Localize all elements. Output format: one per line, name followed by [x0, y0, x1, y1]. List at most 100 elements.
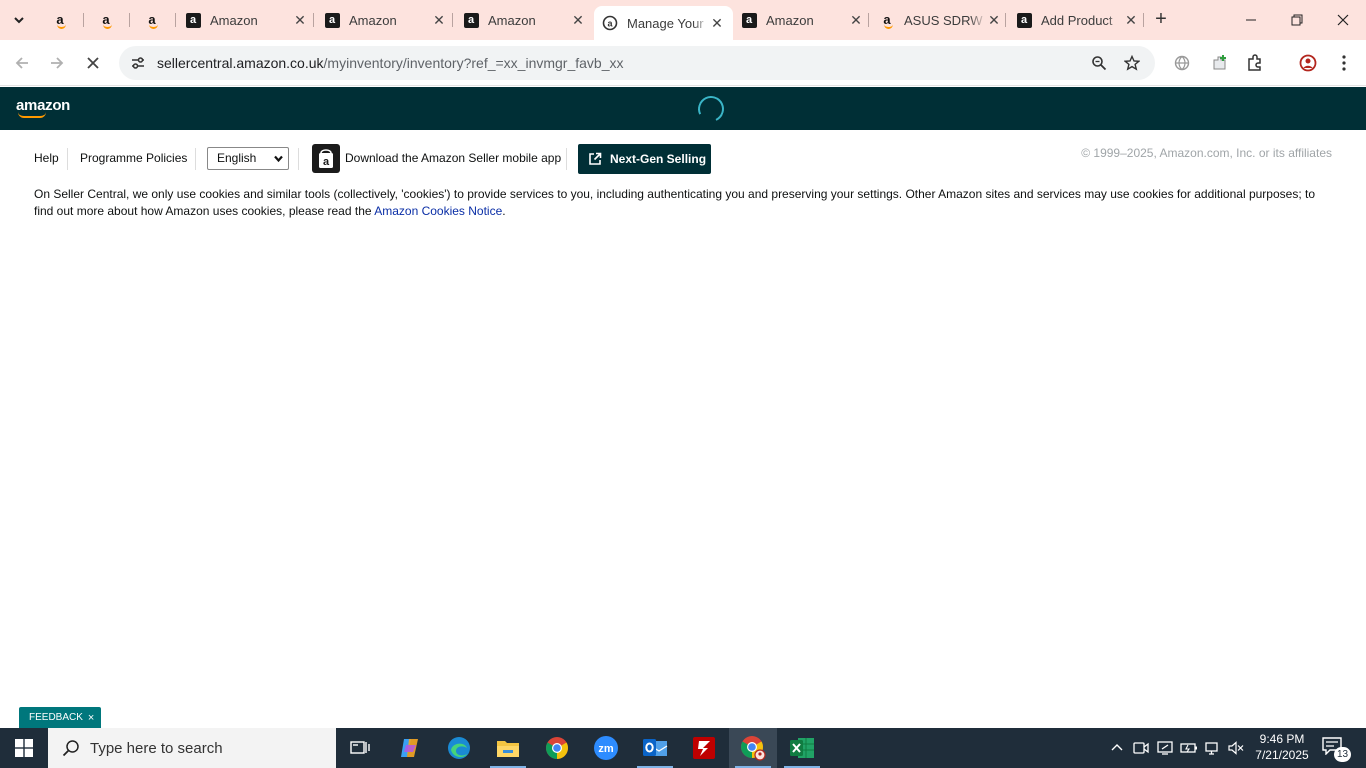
feedback-button[interactable]: FEEDBACK × [19, 707, 101, 728]
notification-count-badge: 13 [1334, 747, 1351, 762]
next-gen-selling-label: Next-Gen Selling [610, 152, 707, 166]
speaker-muted-icon [1228, 741, 1244, 755]
external-link-icon [589, 152, 602, 165]
close-icon[interactable]: × [88, 712, 94, 724]
chrome-icon [546, 737, 568, 759]
task-view-button[interactable] [336, 728, 384, 768]
taskbar-edge[interactable] [435, 728, 483, 768]
divider [67, 148, 68, 170]
pinned-tab-1[interactable]: a [38, 6, 82, 34]
amazon-box-icon: a [185, 12, 201, 28]
cookie-notice-text: On Seller Central, we only use cookies a… [34, 187, 1315, 218]
close-icon[interactable]: ✕ [292, 12, 308, 28]
download-app-link[interactable]: Download the Amazon Seller mobile app [345, 151, 561, 165]
chrome-icon [741, 736, 766, 761]
close-icon[interactable]: ✕ [570, 12, 586, 28]
taskbar-search-box[interactable]: Type here to search [48, 728, 336, 768]
bookmark-button[interactable] [1121, 52, 1143, 74]
outlook-icon [643, 739, 668, 756]
svg-text:a: a [323, 156, 330, 168]
amazon-box-icon: a [463, 12, 479, 28]
taskbar-excel[interactable] [778, 728, 826, 768]
close-icon [1337, 14, 1349, 26]
volume-tray-button[interactable] [1226, 738, 1246, 758]
amazon-a-icon: a [148, 12, 159, 29]
network-tray-button[interactable] [1203, 738, 1223, 758]
divider [566, 148, 567, 170]
programme-policies-link[interactable]: Programme Policies [80, 151, 187, 165]
arrow-left-icon [15, 57, 28, 69]
smile-icon [18, 112, 46, 118]
meet-now-button[interactable] [1131, 738, 1151, 758]
filezilla-icon [693, 737, 715, 759]
start-button[interactable] [0, 728, 48, 768]
amazon-logo[interactable]: amazon [16, 97, 70, 118]
translate-extension-button[interactable] [1168, 49, 1196, 77]
taskbar-chrome[interactable] [533, 728, 581, 768]
forward-button[interactable] [43, 49, 71, 77]
tab-asus-sdrw[interactable]: a ASUS SDRW ✕ [871, 6, 1010, 34]
pinned-tab-2[interactable]: a [84, 6, 128, 34]
tab-separator [452, 13, 453, 27]
taskbar-filezilla[interactable] [680, 728, 728, 768]
browser-menu-button[interactable] [1330, 49, 1358, 77]
arrow-right-icon [51, 57, 64, 69]
taskbar-zoom[interactable]: zm [582, 728, 630, 768]
clock-date: 7/21/2025 [1255, 748, 1309, 762]
notification-center-button[interactable]: 13 [1322, 737, 1351, 762]
zoom-app-icon: zm [594, 736, 618, 760]
amazon-box-icon: a [1016, 12, 1032, 28]
extensions-button[interactable] [1241, 49, 1269, 77]
svg-text:zm: zm [598, 743, 614, 755]
pinned-tab-3[interactable]: a [130, 6, 174, 34]
help-link[interactable]: Help [34, 151, 59, 165]
tab-separator [1143, 13, 1144, 27]
cookie-notice: On Seller Central, we only use cookies a… [34, 186, 1334, 220]
tab-amazon-2[interactable]: a Amazon ✕ [316, 6, 455, 34]
next-gen-selling-button[interactable]: Next-Gen Selling [578, 144, 711, 174]
seller-app-icon[interactable]: a [312, 144, 340, 173]
close-icon[interactable]: ✕ [1123, 12, 1139, 28]
tab-manage-inventory[interactable]: a Manage Your ✕ [594, 6, 733, 40]
language-select[interactable]: English [207, 147, 289, 170]
tab-add-product[interactable]: a Add Product ✕ [1008, 6, 1147, 34]
site-settings-icon[interactable] [127, 52, 149, 74]
back-button[interactable] [8, 49, 36, 77]
tab-amazon-3[interactable]: a Amazon ✕ [455, 6, 594, 34]
taskbar-chrome-profile[interactable] [729, 728, 777, 768]
profile-button[interactable] [1294, 49, 1322, 77]
close-icon[interactable]: ✕ [431, 12, 447, 28]
close-icon[interactable]: ✕ [986, 12, 1002, 28]
close-icon[interactable]: ✕ [709, 15, 725, 31]
battery-icon [1180, 743, 1197, 753]
stop-loading-button[interactable] [79, 49, 107, 77]
amazon-box-icon: a [324, 12, 340, 28]
zoom-button[interactable] [1088, 52, 1110, 74]
tab-title: Add Product [1041, 12, 1113, 28]
amazon-cookies-notice-link[interactable]: Amazon Cookies Notice [374, 204, 502, 218]
tab-search-button[interactable] [6, 8, 32, 32]
taskbar-clock[interactable]: 9:46 PM 7/21/2025 [1249, 731, 1315, 763]
close-window-button[interactable] [1320, 0, 1366, 40]
amazon-box-icon: a [741, 12, 757, 28]
show-hidden-icons-button[interactable] [1107, 738, 1127, 758]
address-bar[interactable]: sellercentral.amazon.co.uk/myinventory/i… [119, 46, 1155, 80]
browser-tab-strip: a a a a Amazon ✕ a Amazon ✕ a Amazon ✕ a… [0, 0, 1366, 40]
battery-tray-button[interactable] [1179, 738, 1199, 758]
taskbar-file-explorer[interactable] [484, 728, 532, 768]
restore-button[interactable] [1274, 0, 1320, 40]
close-icon[interactable]: ✕ [848, 12, 864, 28]
windows-logo-icon [15, 739, 33, 757]
extension-plus-button[interactable] [1206, 49, 1234, 77]
divider [195, 148, 196, 170]
excel-icon [790, 738, 814, 758]
tab-amazon-4[interactable]: a Amazon ✕ [733, 6, 872, 34]
taskbar-copilot[interactable] [386, 728, 434, 768]
taskbar-outlook[interactable] [631, 728, 679, 768]
tab-amazon-1[interactable]: a Amazon ✕ [177, 6, 316, 34]
new-tab-button[interactable]: + [1150, 9, 1172, 31]
tab-separator [313, 13, 314, 27]
magnifier-icon [1092, 56, 1107, 71]
minimize-button[interactable] [1228, 0, 1274, 40]
display-tray-button[interactable] [1155, 738, 1175, 758]
